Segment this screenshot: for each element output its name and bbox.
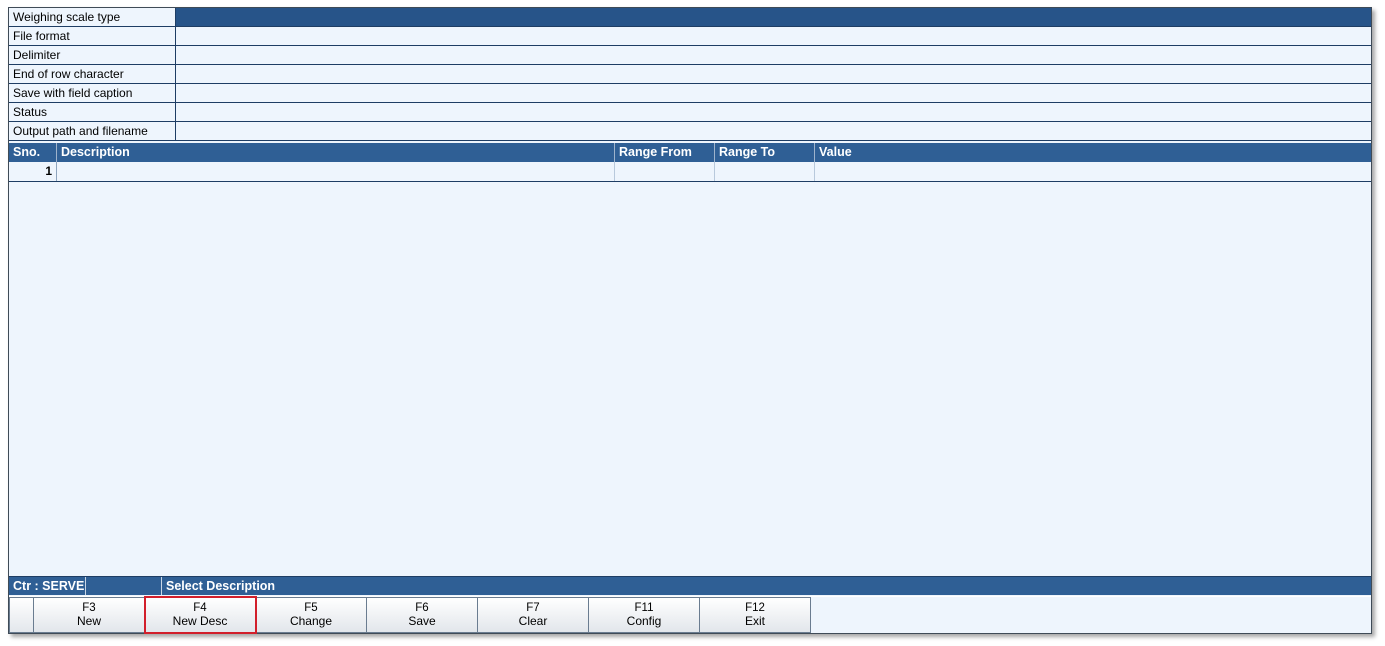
- status-bar: Ctr : SERVER Select Description: [9, 576, 1371, 595]
- weighing-scale-type-field[interactable]: [176, 8, 1371, 26]
- form-row-delimiter: Delimiter: [9, 46, 1371, 65]
- f12-action-label: Exit: [744, 614, 765, 628]
- f3-action-label: New: [76, 614, 101, 628]
- table-row[interactable]: 1: [9, 162, 1371, 182]
- form-row-save-with-field-caption: Save with field caption: [9, 84, 1371, 103]
- form-row-status: Status: [9, 103, 1371, 122]
- status-label: Status: [9, 103, 176, 121]
- cell-range-from[interactable]: [615, 162, 715, 181]
- config-form: Weighing scale type File format Delimite…: [9, 8, 1371, 141]
- form-row-file-format: File format: [9, 27, 1371, 46]
- cell-range-to[interactable]: [715, 162, 815, 181]
- f12-exit-button[interactable]: F12 Exit: [700, 597, 811, 633]
- function-key-bar-handle: [9, 597, 34, 633]
- column-header-sno[interactable]: Sno.: [9, 143, 57, 162]
- f5-action-label: Change: [289, 614, 333, 628]
- output-path-label: Output path and filename: [9, 122, 176, 140]
- file-format-label: File format: [9, 27, 176, 45]
- column-header-range-to[interactable]: Range To: [715, 143, 815, 162]
- f5-change-button[interactable]: F5 Change: [256, 597, 367, 633]
- counter-indicator: Ctr : SERVER: [9, 577, 86, 595]
- weighing-scale-type-label: Weighing scale type: [9, 8, 176, 26]
- f7-clear-button[interactable]: F7 Clear: [478, 597, 589, 633]
- delimiter-label: Delimiter: [9, 46, 176, 64]
- save-with-field-caption-field[interactable]: [176, 84, 1371, 102]
- save-with-field-caption-label: Save with field caption: [9, 84, 176, 102]
- status-message: Select Description: [166, 579, 276, 593]
- delimiter-field[interactable]: [176, 46, 1371, 64]
- weighing-scale-config-window: Weighing scale type File format Delimite…: [8, 7, 1372, 634]
- status-bar-separator: [86, 577, 162, 595]
- form-row-output-path: Output path and filename: [9, 122, 1371, 141]
- column-header-description[interactable]: Description: [57, 143, 615, 162]
- cell-description[interactable]: [57, 162, 615, 181]
- form-row-weighing-scale-type: Weighing scale type: [9, 8, 1371, 27]
- end-of-row-character-label: End of row character: [9, 65, 176, 83]
- end-of-row-character-field[interactable]: [176, 65, 1371, 83]
- f6-action-label: Save: [408, 614, 436, 628]
- column-header-range-from[interactable]: Range From: [615, 143, 715, 162]
- file-format-field[interactable]: [176, 27, 1371, 45]
- f3-new-button[interactable]: F3 New: [34, 597, 145, 633]
- output-path-field[interactable]: [176, 122, 1371, 140]
- f4-new-desc-button[interactable]: F4 New Desc: [144, 596, 257, 634]
- f7-action-label: Clear: [518, 614, 548, 628]
- grid-header: Sno. Description Range From Range To Val…: [9, 143, 1371, 162]
- cell-sno: 1: [9, 162, 57, 181]
- column-header-value[interactable]: Value: [815, 143, 1371, 162]
- f11-config-button[interactable]: F11 Config: [589, 597, 700, 633]
- f11-action-label: Config: [626, 614, 662, 628]
- grid-empty-area: [9, 183, 1371, 576]
- cell-value[interactable]: [815, 162, 1371, 181]
- status-field[interactable]: [176, 103, 1371, 121]
- function-key-bar: F3 New F4 New Desc F5 Change F6 Save F7 …: [9, 596, 1371, 634]
- form-row-end-of-row-character: End of row character: [9, 65, 1371, 84]
- f4-action-label: New Desc: [172, 614, 228, 628]
- f6-save-button[interactable]: F6 Save: [367, 597, 478, 633]
